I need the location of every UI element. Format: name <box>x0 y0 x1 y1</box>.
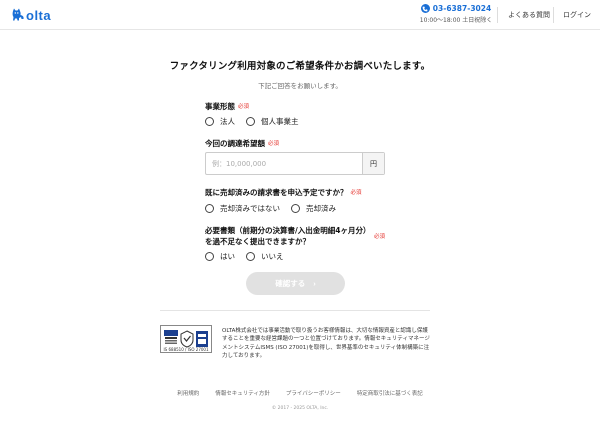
amount-label: 今回の調達希望額 必須 <box>205 139 280 148</box>
cat-logo-icon <box>11 6 25 25</box>
corporation-radio[interactable] <box>205 117 214 126</box>
terms-link[interactable]: 利用規約 <box>177 389 199 397</box>
required-badge: 必須 <box>268 141 280 147</box>
security-policy-link[interactable]: 情報セキュリティ方針 <box>215 389 270 397</box>
confirm-button[interactable]: 確認する › <box>246 272 345 295</box>
header-divider <box>497 7 498 23</box>
header: olta 03-6387-3024 10:00～18:00 土日祝除く よくある… <box>0 0 600 30</box>
phone-number: 03-6387-3024 <box>432 4 492 13</box>
sole-proprietor-radio[interactable] <box>246 117 255 126</box>
sold-invoice-label: 既に売却済みの請求書を申込予定ですか？ 必須 <box>205 188 362 197</box>
business-type-options: 法人 個人事業主 <box>205 116 310 127</box>
no-label[interactable]: いいえ <box>261 251 284 262</box>
chevron-right-icon: › <box>313 279 316 288</box>
copyright: © 2017 - 2025 OLTA, Inc. <box>271 406 329 411</box>
documents-label: 必要書類（前期分の決算書/入出金明細4ヶ月分） を過不足なく提出できますか？ <box>205 226 371 246</box>
isms-description: OLTA株式会社では事業活動で取り扱うお客様情報は、大切な情報資産と認識し保護す… <box>222 328 430 360</box>
required-badge: 必須 <box>350 190 362 196</box>
not-sold-radio[interactable] <box>205 204 214 213</box>
corporation-label[interactable]: 法人 <box>220 116 235 127</box>
footer-links: 利用規約 情報セキュリティ方針 プライバシーポリシー 特定商取引法に基づく表記 <box>0 389 600 397</box>
commercial-law-link[interactable]: 特定商取引法に基づく表記 <box>357 389 423 397</box>
required-badge: 必須 <box>238 104 250 110</box>
business-type-label: 事業形態 必須 <box>205 102 250 111</box>
privacy-policy-link[interactable]: プライバシーポリシー <box>286 389 341 397</box>
yes-radio[interactable] <box>205 252 214 261</box>
olta-logo[interactable]: olta <box>11 7 51 23</box>
sold-radio[interactable] <box>291 204 300 213</box>
amount-input[interactable] <box>206 153 362 174</box>
login-link[interactable]: ログイン <box>563 10 591 20</box>
sold-invoice-options: 売却済みではない 売却済み <box>205 203 347 214</box>
section-divider <box>160 310 430 311</box>
page-subtitle: 下記ご回答をお願いします。 <box>258 82 342 90</box>
amount-field: 円 <box>205 152 385 175</box>
phone-contact[interactable]: 03-6387-3024 10:00～18:00 土日祝除く <box>419 4 493 24</box>
sold-label[interactable]: 売却済み <box>306 203 336 214</box>
ur-mark-icon <box>196 331 209 347</box>
no-radio[interactable] <box>246 252 255 261</box>
confirm-label: 確認する <box>275 279 306 288</box>
page-title: ファクタリング利用対象のご希望条件かお調べいたします。 <box>169 61 431 72</box>
required-badge: 必須 <box>374 234 386 240</box>
jab-logo-icon <box>163 330 178 344</box>
phone-icon <box>420 4 430 13</box>
logo-text: olta <box>26 7 52 23</box>
phone-hours: 10:00～18:00 土日祝除く <box>419 17 493 24</box>
badge-caption: IS 688510 / ISO 27001 <box>163 347 209 352</box>
sole-proprietor-label[interactable]: 個人事業主 <box>261 116 299 127</box>
yen-unit: 円 <box>362 153 384 174</box>
faq-link[interactable]: よくある質問 <box>508 10 550 20</box>
documents-options: はい いいえ <box>205 251 295 262</box>
not-sold-label[interactable]: 売却済みではない <box>220 203 280 214</box>
header-divider <box>553 7 554 23</box>
certification-mark-icon <box>180 330 194 348</box>
yes-label[interactable]: はい <box>220 251 235 262</box>
